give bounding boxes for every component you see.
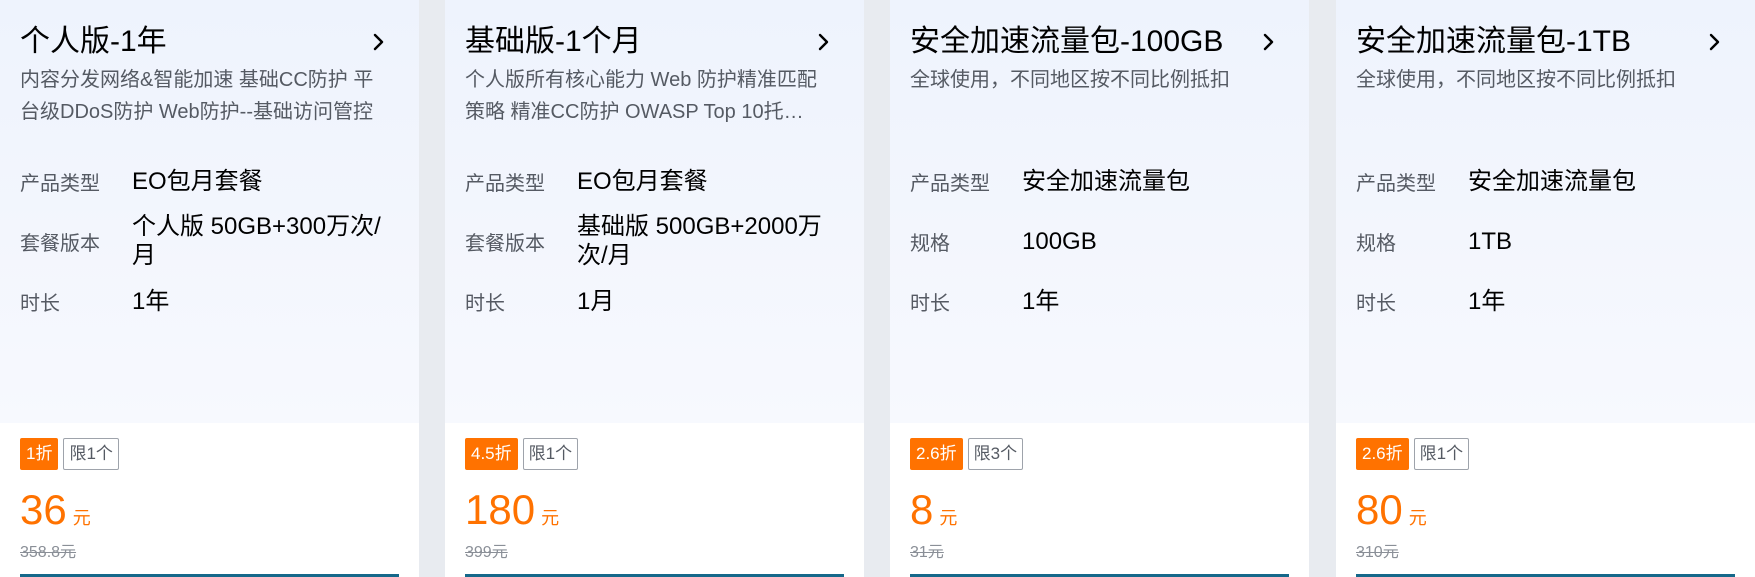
spec-row-size: 规格 1TB — [1356, 202, 1735, 280]
spec-label: 套餐版本 — [465, 232, 545, 255]
discount-badge: 1折 — [20, 438, 59, 470]
tag-group: 2.6折 限3个 — [910, 438, 1024, 470]
discount-badge: 2.6折 — [910, 438, 963, 470]
card-title[interactable]: 安全加速流量包-100GB — [910, 20, 1223, 64]
spec-row-product-type: 产品类型 安全加速流量包 — [1356, 160, 1735, 202]
price-unit: 元 — [939, 508, 958, 528]
spec-value: 100GB — [1022, 227, 1097, 255]
discount-badge: 2.6折 — [1356, 438, 1409, 470]
chevron-right-icon[interactable] — [1705, 32, 1725, 52]
price-value: 180 — [465, 486, 536, 533]
card-description: 个人版所有核心能力 Web 防护精准匹配策略 精准CC防护 OWASP Top … — [465, 69, 817, 123]
product-card[interactable]: 安全加速流量包-100GB 全球使用，不同地区按不同比例抵扣 产品类型 安全加速… — [890, 0, 1309, 577]
spec-label: 产品类型 — [1356, 172, 1436, 195]
spec-row-size: 规格 100GB — [910, 202, 1289, 280]
spec-list: 产品类型 EO包月套餐 套餐版本 个人版 50GB+300万次/月 时长 1年 — [20, 160, 399, 322]
price-value: 8 — [910, 486, 934, 533]
card-title[interactable]: 安全加速流量包-1TB — [1356, 20, 1631, 64]
spec-value: 个人版 50GB+300万次/月 — [132, 213, 381, 269]
tag-group: 1折 限1个 — [20, 438, 119, 470]
discount-badge: 4.5折 — [465, 438, 518, 470]
spec-row-duration: 时长 1年 — [1356, 280, 1735, 322]
original-price: 358.8元 — [20, 544, 77, 561]
spec-list: 产品类型 安全加速流量包 规格 100GB 时长 1年 — [910, 160, 1289, 322]
card-title-row[interactable]: 安全加速流量包-1TB — [1356, 20, 1735, 64]
price-value: 80 — [1356, 486, 1403, 533]
price-unit: 元 — [541, 508, 560, 528]
spec-row-version: 套餐版本 基础版 500GB+2000万次/月 — [465, 202, 844, 280]
card-title-row[interactable]: 安全加速流量包-100GB — [910, 20, 1289, 64]
spec-label: 产品类型 — [20, 172, 100, 195]
price: 180 元 — [465, 485, 559, 535]
spec-row-duration: 时长 1年 — [910, 280, 1289, 322]
spec-value: 1月 — [577, 287, 615, 315]
spec-list: 产品类型 EO包月套餐 套餐版本 基础版 500GB+2000万次/月 时长 1… — [465, 160, 844, 322]
product-card[interactable]: 基础版-1个月 个人版所有核心能力 Web 防护精准匹配策略 精准CC防护 OW… — [445, 0, 864, 577]
chevron-right-icon[interactable] — [814, 32, 834, 52]
spec-value: 安全加速流量包 — [1022, 167, 1190, 195]
card-title-row[interactable]: 个人版-1年 — [20, 20, 399, 64]
price-unit: 元 — [1408, 508, 1427, 528]
card-title[interactable]: 基础版-1个月 — [465, 20, 642, 64]
spec-value: 1年 — [132, 287, 170, 315]
limit-badge: 限1个 — [522, 438, 579, 470]
original-price: 310元 — [1356, 544, 1399, 561]
spec-value: 基础版 500GB+2000万次/月 — [577, 213, 822, 269]
card-title[interactable]: 个人版-1年 — [20, 20, 167, 64]
spec-value: EO包月套餐 — [577, 167, 708, 195]
spec-value: 1年 — [1022, 287, 1060, 315]
spec-label: 产品类型 — [465, 172, 545, 195]
spec-row-duration: 时长 1月 — [465, 280, 844, 322]
spec-row-product-type: 产品类型 EO包月套餐 — [20, 160, 399, 202]
limit-badge: 限1个 — [1413, 438, 1470, 470]
spec-label: 时长 — [1356, 292, 1396, 315]
spec-label: 时长 — [20, 292, 60, 315]
product-card[interactable]: 安全加速流量包-1TB 全球使用，不同地区按不同比例抵扣 产品类型 安全加速流量… — [1336, 0, 1755, 577]
price-unit: 元 — [72, 508, 91, 528]
limit-badge: 限3个 — [967, 438, 1024, 470]
chevron-right-icon[interactable] — [1259, 32, 1279, 52]
spec-row-version: 套餐版本 个人版 50GB+300万次/月 — [20, 202, 399, 280]
spec-row-duration: 时长 1年 — [20, 280, 399, 322]
card-description: 内容分发网络&智能加速 基础CC防护 平台级DDoS防护 Web防护--基础访问… — [20, 69, 374, 123]
price-value: 36 — [20, 486, 67, 533]
spec-label: 套餐版本 — [20, 232, 100, 255]
price: 80 元 — [1356, 485, 1427, 535]
spec-label: 规格 — [910, 232, 950, 255]
limit-badge: 限1个 — [63, 438, 119, 470]
price: 8元 — [910, 485, 957, 535]
product-card[interactable]: 个人版-1年 内容分发网络&智能加速 基础CC防护 平台级DDoS防护 Web防… — [0, 0, 419, 577]
chevron-right-icon[interactable] — [369, 32, 389, 52]
spec-label: 时长 — [465, 292, 505, 315]
tag-group: 4.5折 限1个 — [465, 438, 579, 470]
card-title-row[interactable]: 基础版-1个月 — [465, 20, 844, 64]
price: 36 元 — [20, 485, 91, 535]
spec-value: EO包月套餐 — [132, 167, 263, 195]
original-price: 399元 — [465, 544, 508, 561]
spec-value: 安全加速流量包 — [1468, 167, 1636, 195]
spec-label: 产品类型 — [910, 172, 990, 195]
tag-group: 2.6折 限1个 — [1356, 438, 1470, 470]
spec-row-product-type: 产品类型 安全加速流量包 — [910, 160, 1289, 202]
spec-label: 规格 — [1356, 232, 1396, 255]
original-price: 31元 — [910, 544, 944, 561]
spec-value: 1TB — [1468, 227, 1513, 255]
spec-row-product-type: 产品类型 EO包月套餐 — [465, 160, 844, 202]
card-description: 全球使用，不同地区按不同比例抵扣 — [910, 69, 1230, 91]
card-description: 全球使用，不同地区按不同比例抵扣 — [1356, 69, 1676, 91]
spec-label: 时长 — [910, 292, 950, 315]
spec-value: 1年 — [1468, 287, 1506, 315]
spec-list: 产品类型 安全加速流量包 规格 1TB 时长 1年 — [1356, 160, 1735, 322]
